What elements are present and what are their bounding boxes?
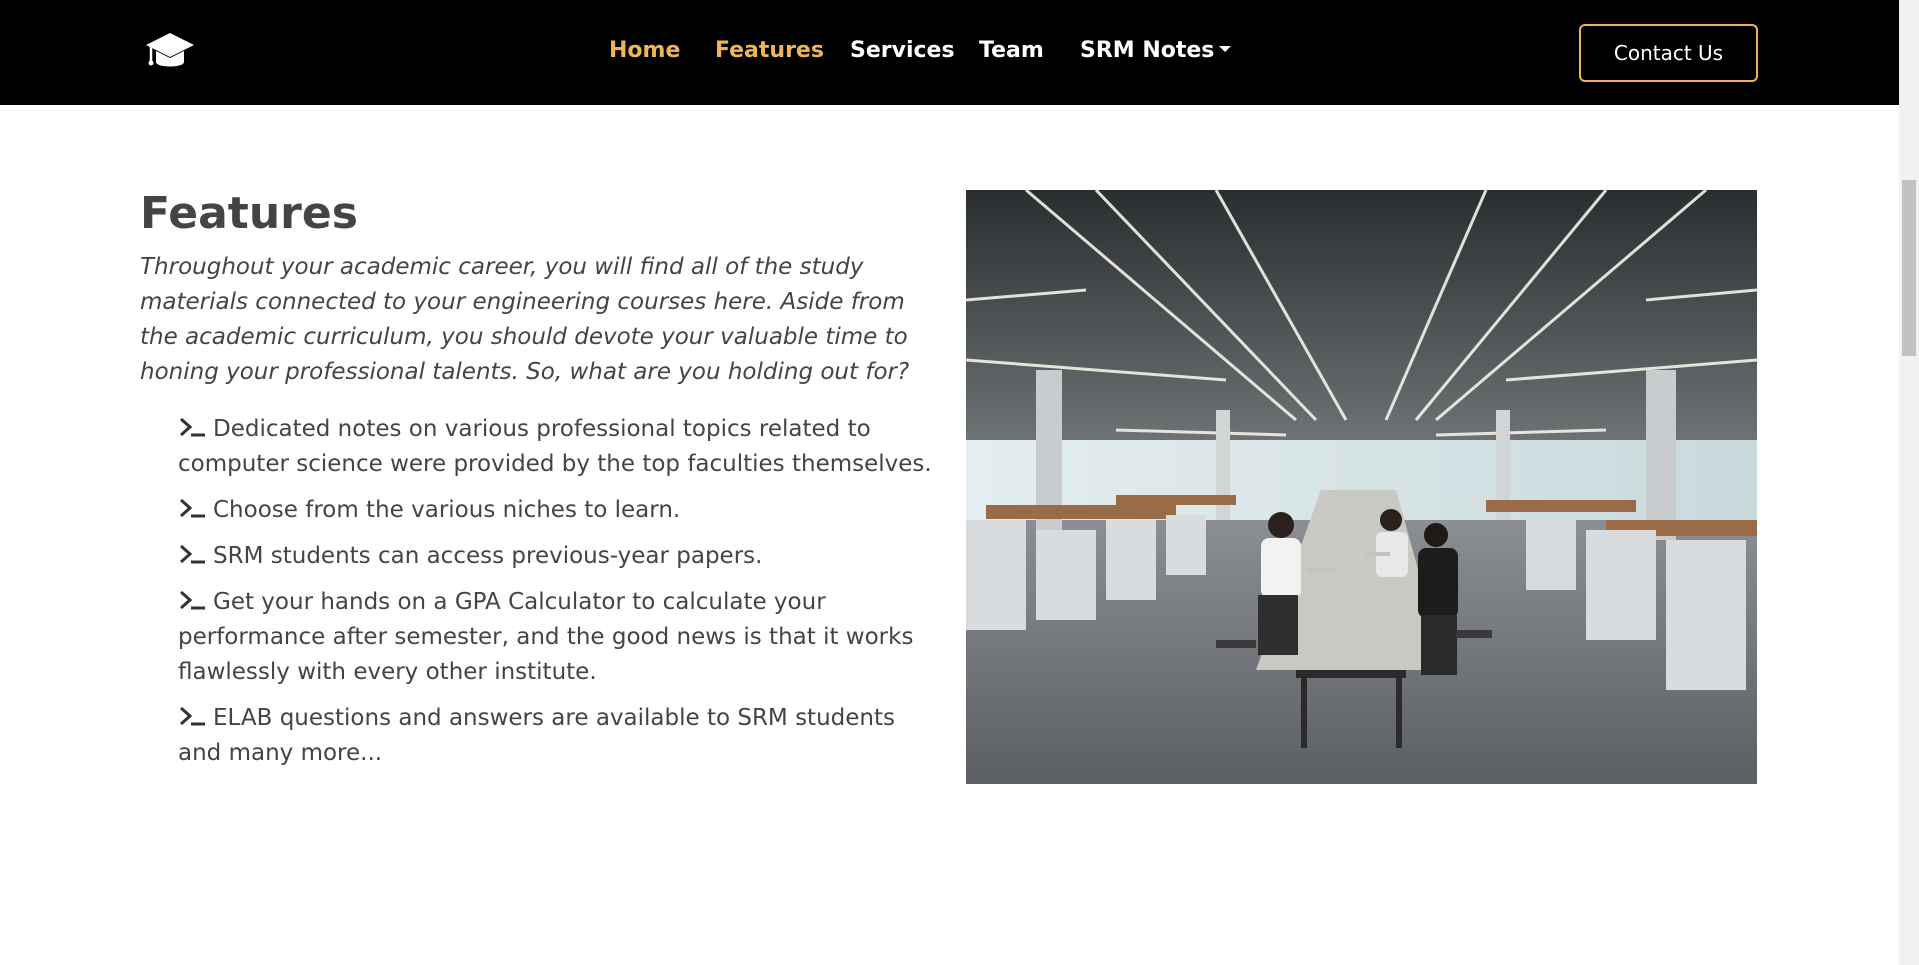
nav-services[interactable]: Services — [850, 36, 955, 66]
feature-text: Dedicated notes on various professional … — [178, 416, 932, 477]
terminal-prompt-icon — [178, 495, 206, 518]
feature-text: Choose from the various niches to learn. — [213, 497, 681, 523]
feature-text: Get your hands on a GPA Calculator to ca… — [178, 589, 914, 685]
feature-text: SRM students can access previous-year pa… — [213, 543, 763, 569]
feature-list: Dedicated notes on various professional … — [178, 412, 938, 782]
nav-home[interactable]: Home — [609, 36, 680, 66]
feature-item: ELAB questions and answers are available… — [178, 701, 938, 771]
nav-srm-notes-label: SRM Notes — [1080, 38, 1215, 63]
scrollbar-track[interactable] — [1899, 0, 1919, 965]
features-intro: Throughout your academic career, you wil… — [140, 254, 910, 385]
caret-down-icon — [1219, 46, 1232, 52]
nav-team[interactable]: Team — [979, 36, 1044, 66]
navbar: Home Features Services Team SRM Notes Co… — [0, 0, 1899, 105]
feature-item: SRM students can access previous-year pa… — [178, 539, 938, 574]
page: Home Features Services Team SRM Notes Co… — [0, 0, 1919, 965]
office-photo — [966, 190, 1757, 784]
terminal-prompt-icon — [178, 541, 206, 564]
feature-text: ELAB questions and answers are available… — [178, 705, 895, 766]
nav-features[interactable]: Features — [715, 36, 824, 66]
feature-item: Choose from the various niches to learn. — [178, 493, 938, 528]
feature-item: Dedicated notes on various professional … — [178, 412, 938, 482]
terminal-prompt-icon — [178, 703, 206, 726]
feature-item: Get your hands on a GPA Calculator to ca… — [178, 585, 938, 690]
contact-us-button[interactable]: Contact Us — [1579, 24, 1758, 82]
terminal-prompt-icon — [178, 587, 206, 610]
terminal-prompt-icon — [178, 414, 206, 437]
features-title: Features — [140, 188, 358, 239]
nav-srm-notes-dropdown[interactable]: SRM Notes — [1080, 36, 1232, 66]
scrollbar-thumb[interactable] — [1902, 180, 1916, 356]
